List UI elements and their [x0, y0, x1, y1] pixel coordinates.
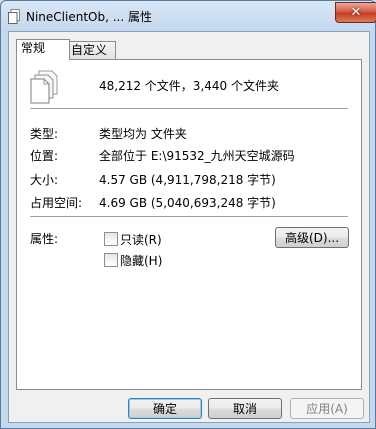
general-panel: 48,212 个文件，3,440 个文件夹 类型: 类型均为 文件夹 位置: 全…	[16, 59, 362, 390]
size-label: 大小:	[30, 173, 59, 187]
title-bar[interactable]: NineClientOb, ... 属性 ✕	[1, 1, 376, 31]
location-label: 位置:	[30, 149, 59, 163]
separator	[30, 216, 348, 218]
disk-size-label: 占用空间:	[30, 196, 83, 210]
ok-button[interactable]: 确定	[128, 398, 202, 419]
separator	[30, 108, 348, 110]
window-title: NineClientOb, ... 属性	[26, 10, 152, 24]
close-button[interactable]: ✕	[335, 2, 376, 23]
tab-general[interactable]: 常规	[16, 39, 70, 60]
type-label: 类型:	[30, 127, 59, 141]
type-value: 类型均为 文件夹	[99, 127, 187, 141]
location-value: 全部位于 E:\91532_九州天空城源码	[99, 149, 295, 163]
disk-size-value: 4.69 GB (5,040,693,248 字节)	[99, 196, 276, 210]
properties-window: NineClientOb, ... 属性 ✕ 常规 自定义 48,212 个文件…	[0, 0, 376, 429]
tab-custom[interactable]: 自定义	[66, 41, 116, 59]
cancel-button[interactable]: 取消	[208, 398, 282, 419]
summary-text: 48,212 个文件，3,440 个文件夹	[99, 79, 279, 93]
multiple-files-icon	[30, 70, 58, 104]
size-value: 4.57 GB (4,911,798,218 字节)	[99, 173, 276, 187]
close-icon: ✕	[350, 5, 362, 20]
apply-button[interactable]: 应用(A)	[290, 398, 364, 419]
readonly-checkbox[interactable]	[104, 232, 118, 246]
file-icon	[8, 9, 20, 24]
hidden-label[interactable]: 隐藏(H)	[120, 252, 162, 269]
dialog-body: 常规 自定义 48,212 个文件，3,440 个文件夹 类型: 类型均为 文件…	[8, 31, 370, 423]
hidden-checkbox[interactable]	[104, 253, 118, 267]
readonly-label[interactable]: 只读(R)	[120, 231, 162, 248]
advanced-button[interactable]: 高级(D)...	[275, 227, 349, 248]
attributes-label: 属性:	[30, 232, 59, 246]
